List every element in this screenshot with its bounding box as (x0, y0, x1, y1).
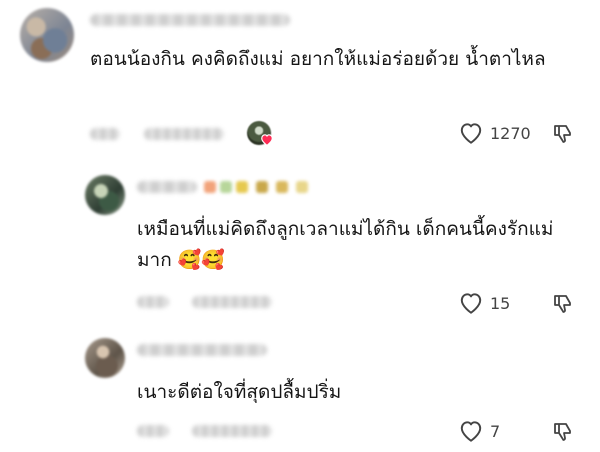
like-count: 7 (490, 421, 501, 441)
timestamp-blurred (137, 425, 169, 437)
heart-outline-icon (460, 293, 482, 314)
username-blurred[interactable] (90, 14, 290, 26)
like-count: 15 (490, 293, 511, 313)
like-count: 1270 (490, 123, 531, 143)
creator-liked-badge (247, 121, 273, 147)
emoji-blurred (296, 181, 308, 193)
thumbs-down-outline-icon[interactable] (551, 122, 575, 146)
comment-text: เนาะดีต่อใจที่สุดปลื้มปริ่ม (137, 381, 342, 403)
avatar[interactable] (20, 8, 74, 62)
comment-text: ตอนน้องกิน คงคิดถึงแม่ อยากให้แม่อร่อยด้… (90, 48, 546, 70)
thumbs-down-outline-icon[interactable] (551, 420, 575, 444)
avatar[interactable] (85, 338, 125, 378)
username-blurred[interactable] (137, 344, 267, 356)
username-blurred[interactable] (137, 181, 197, 193)
heart-outline-icon (460, 123, 482, 144)
emoji-blurred (220, 181, 232, 193)
emoji-blurred (204, 181, 216, 193)
like-button[interactable]: 7 (458, 419, 500, 443)
heart-outline-icon (460, 421, 482, 442)
creator-heart-badge-icon (261, 134, 273, 146)
like-button[interactable]: 15 (458, 291, 510, 315)
reply-link-blurred[interactable] (144, 128, 224, 140)
avatar[interactable] (85, 175, 125, 215)
comment-text: เหมือนที่แม่คิดถึงลูกเวลาแม่ได้กิน เด็กค… (137, 218, 554, 271)
thumbs-down-outline-icon[interactable] (551, 292, 575, 316)
like-button[interactable]: 1270 (458, 121, 531, 145)
timestamp-blurred (137, 296, 169, 308)
emoji-blurred (276, 181, 288, 193)
timestamp-blurred (90, 128, 120, 140)
emoji-blurred (236, 181, 248, 193)
emoji-blurred (256, 181, 268, 193)
reply-link-blurred[interactable] (192, 425, 272, 437)
reply-link-blurred[interactable] (192, 296, 272, 308)
